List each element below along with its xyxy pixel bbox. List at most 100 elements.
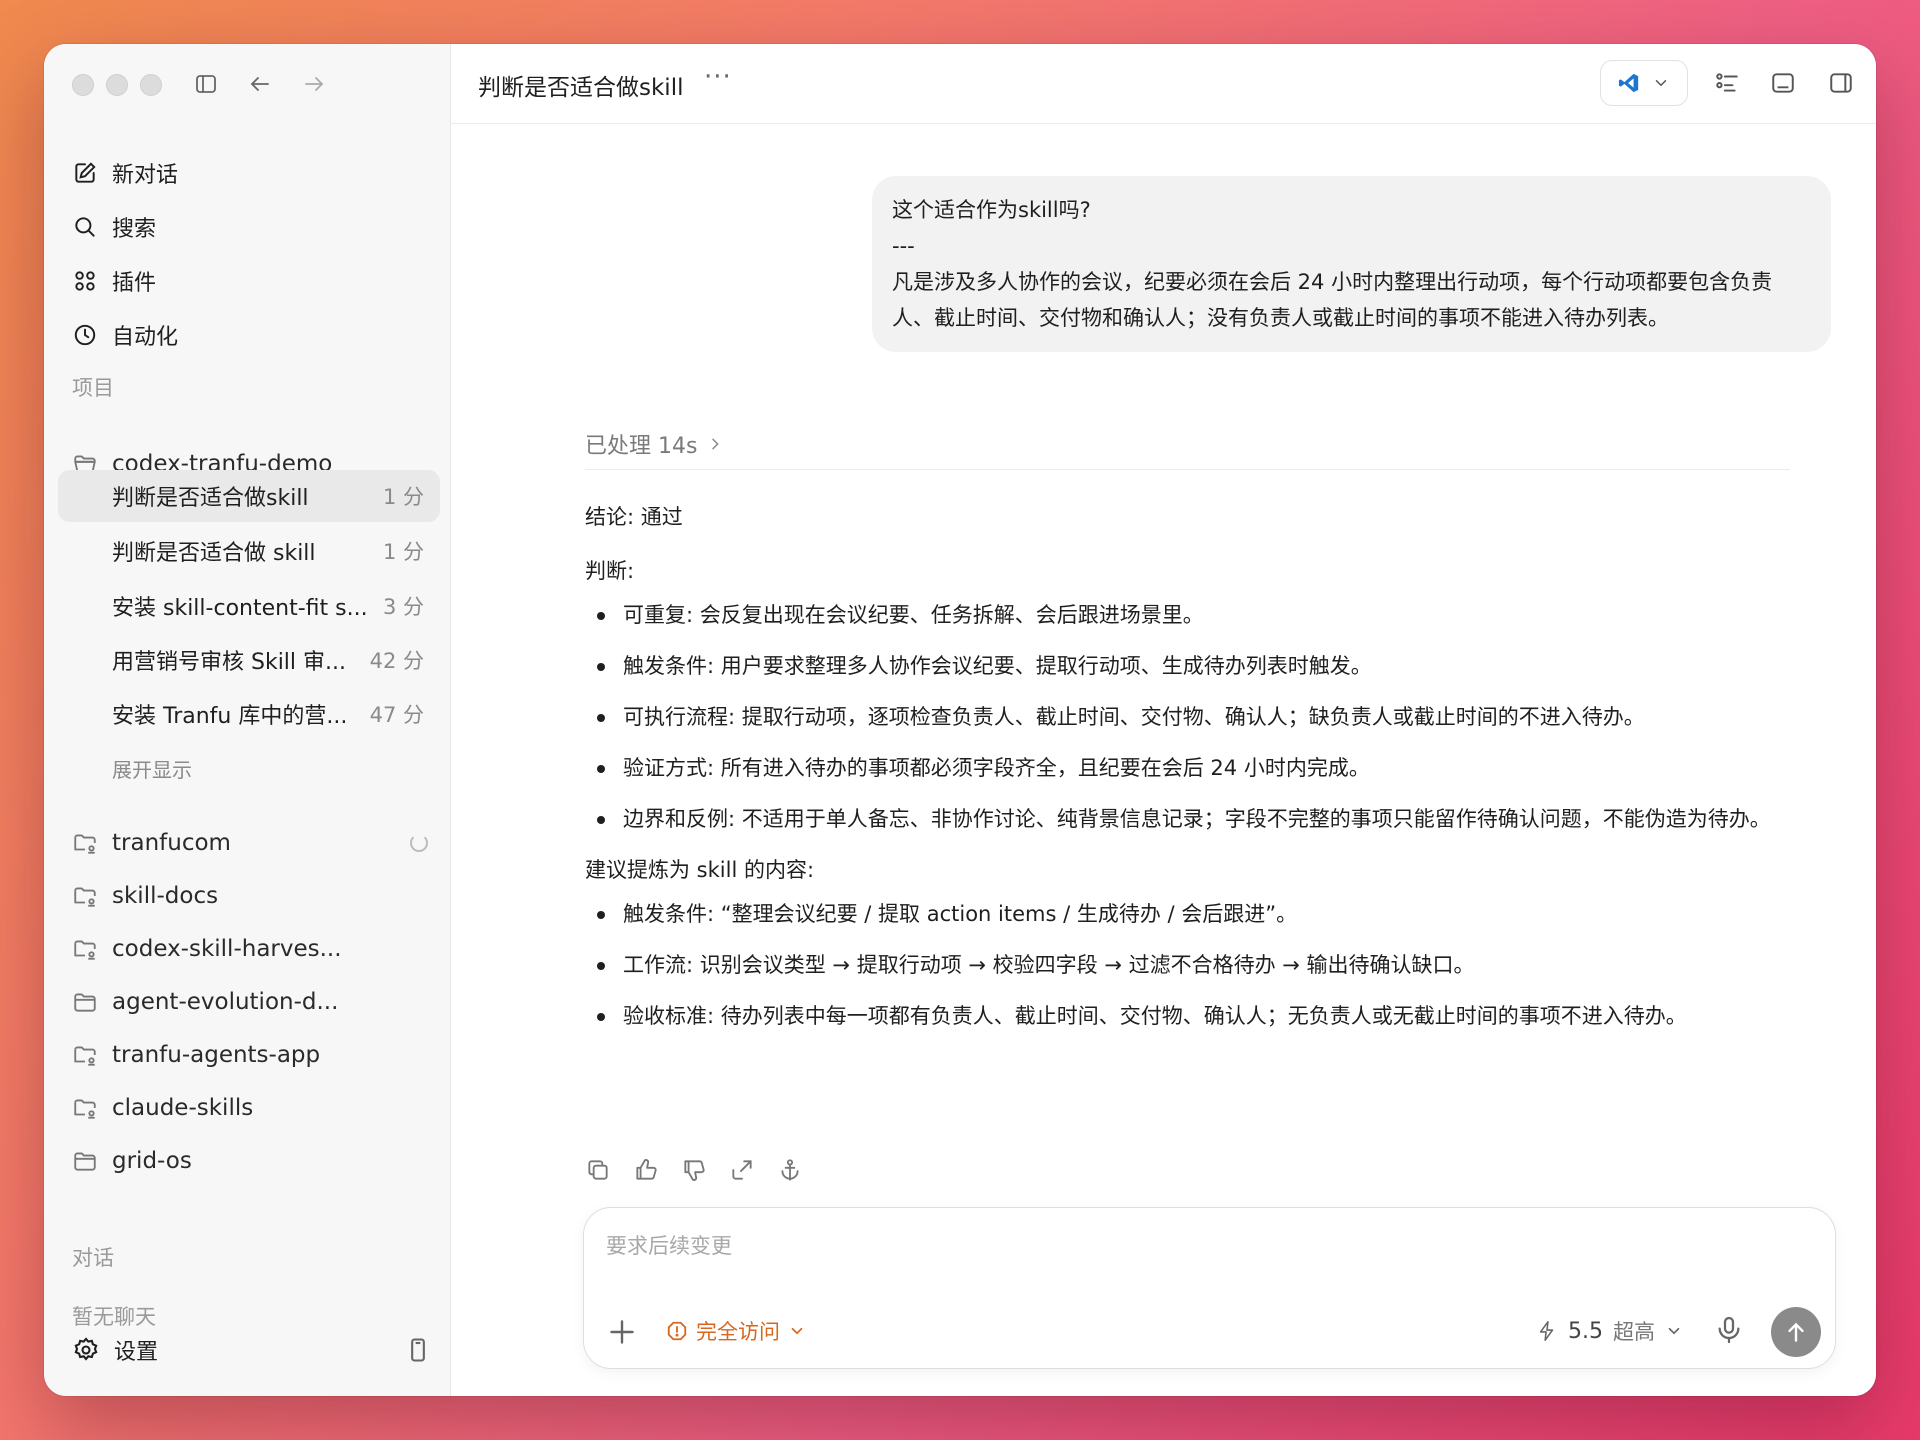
project-name: tranfucom [112,830,231,856]
thread-item[interactable]: 判断是否适合做skill 1 分 [58,470,440,522]
main-panel: 判断是否适合做skill ··· 这个适合作为skill吗? --- 凡是涉及多… [451,44,1876,1396]
nav-new-chat[interactable]: 新对话 [72,149,432,197]
suggest-label: 建议提炼为 skill 的内容: [585,858,815,882]
right-panel-icon[interactable] [1824,66,1858,100]
send-button[interactable] [1771,1307,1821,1357]
model-selector[interactable]: 5.5 超高 [1536,1316,1683,1346]
list-item: 触发条件: “整理会议纪要 / 提取 action items / 生成待办 /… [585,896,1835,933]
thread-title: 安装 Tranfu 库中的营... [112,704,348,729]
thread-item[interactable]: 判断是否适合做 skill 1 分 [58,525,440,577]
composer: 要求后续变更 完全访问 5.5 超高 [583,1207,1836,1369]
project-item[interactable]: tranfucom [72,819,432,867]
thread-item[interactable]: 用营销号审核 Skill 审... 42 分 [58,634,440,686]
access-mode-dropdown[interactable]: 完全访问 [666,1316,806,1346]
lightning-icon [1539,1321,1554,1341]
list-item: 可执行流程: 提取行动项，逐项检查负责人、截止时间、交付物、确认人；缺负责人或截… [585,699,1835,736]
project-item[interactable]: claude-skills [72,1084,432,1132]
project-item[interactable]: agent-evolution-d... [72,978,432,1026]
anchor-icon[interactable] [777,1157,803,1183]
minimize-window-button[interactable] [106,74,128,96]
folder-git-icon [74,1099,96,1119]
chats-section-label: 对话 [72,1246,114,1270]
list-item: 触发条件: 用户要求整理多人协作会议纪要、提取行动项、生成待办列表时触发。 [585,648,1835,685]
project-name: grid-os [112,1148,192,1174]
project-item[interactable]: tranfu-agents-app [72,1031,432,1079]
message-actions [585,1157,803,1183]
thumbs-down-icon[interactable] [681,1157,707,1183]
assistant-answer: 结论: 通过 判断: 可重复: 会反复出现在会议纪要、任务拆解、会后跟进场景里。… [585,499,1835,1049]
project-item[interactable]: codex-skill-harves... [72,925,432,973]
chevron-down-icon [1668,1327,1680,1335]
project-item[interactable]: grid-os [72,1137,432,1185]
nav-search-label: 搜索 [112,217,157,242]
chevron-down-icon [791,1327,803,1335]
divider [585,469,1790,470]
model-level: 超高 [1613,1320,1655,1344]
folder-git-icon [74,1046,96,1066]
list-item: 边界和反例: 不适用于单人备忘、非协作讨论、纯背景信息记录；字段不完整的事项只能… [585,801,1835,838]
suggestion-list: 触发条件: “整理会议纪要 / 提取 action items / 生成待办 /… [585,896,1835,1035]
project-name: skill-docs [112,883,219,909]
search-icon [75,217,95,237]
thread-time: 42 分 [369,649,424,673]
nav-new-chat-label: 新对话 [112,163,179,188]
clock-icon [74,324,96,346]
nav-plugins-label: 插件 [112,271,157,296]
back-arrow-icon[interactable] [242,66,278,102]
settings-label: 设置 [114,1340,159,1365]
folder-icon [74,993,96,1012]
no-chats-text: 暂无聊天 [72,1305,156,1329]
thread-title: 判断是否适合做skill [112,486,309,511]
edit-icon [75,162,96,183]
chevron-right-icon [712,438,720,450]
microphone-icon[interactable] [1713,1314,1745,1346]
conclusion-text: 结论: 通过 [585,505,683,529]
checklist-icon[interactable] [1710,66,1744,100]
folder-icon [74,1152,96,1171]
list-item: 验证方式: 所有进入待办的事项都必须字段齐全，且纪要在会后 24 小时内完成。 [585,750,1835,787]
page-title: 判断是否适合做skill [478,75,684,101]
thumbs-up-icon[interactable] [633,1157,659,1183]
zoom-window-button[interactable] [140,74,162,96]
thread-title: 判断是否适合做 skill [112,541,316,566]
nav-automation[interactable]: 自动化 [72,311,432,359]
toggle-sidebar-icon[interactable] [188,66,224,102]
nav-automation-label: 自动化 [112,325,179,350]
app-window: 新对话 搜索 插件 自动化 项目 codex-tranfu-demo 判断是否适… [44,44,1876,1396]
thread-title: 安装 skill-content-fit s... [112,596,368,621]
close-window-button[interactable] [72,74,94,96]
thread-item[interactable]: 安装 skill-content-fit s... 3 分 [58,580,440,632]
share-icon[interactable] [729,1157,755,1183]
project-item[interactable]: skill-docs [72,872,432,920]
folder-git-icon [74,940,96,960]
phone-icon[interactable] [404,1336,432,1364]
expand-threads-link[interactable]: 展开显示 [112,754,192,783]
forward-arrow-icon[interactable] [296,66,332,102]
projects-section-label: 项目 [72,376,114,400]
list-item: 验收标准: 待办列表中每一项都有负责人、截止时间、交付物、确认人；无负责人或无截… [585,998,1835,1035]
more-options-button[interactable]: ··· [704,62,732,92]
folder-git-icon [74,834,96,854]
composer-input[interactable]: 要求后续变更 [606,1230,732,1260]
thread-title: 用营销号审核 Skill 审... [112,650,347,675]
terminal-panel-icon[interactable] [1766,66,1800,100]
topbar: 判断是否适合做skill ··· [451,44,1876,124]
list-item: 可重复: 会反复出现在会议纪要、任务拆解、会后跟进场景里。 [585,597,1835,634]
thread-item[interactable]: 安装 Tranfu 库中的营... 47 分 [58,688,440,740]
list-item: 工作流: 识别会议类型 → 提取行动项 → 校验四字段 → 过滤不合格待办 → … [585,947,1835,984]
plugins-icon [75,271,95,291]
thread-time: 47 分 [369,703,424,727]
open-in-editor-button[interactable] [1600,60,1688,106]
processed-toggle[interactable]: 已处理 14s [585,428,723,460]
nav-plugins[interactable]: 插件 [72,257,432,305]
copy-icon[interactable] [585,1157,611,1183]
project-name: claude-skills [112,1095,254,1121]
thread-time: 1 分 [382,485,424,509]
nav-search[interactable]: 搜索 [72,203,432,251]
model-version: 5.5 [1568,1318,1603,1344]
user-message-line: 凡是涉及多人协作的会议，纪要必须在会后 24 小时内整理出行动项，每个行动项都要… [892,270,1773,330]
judgement-label: 判断: [585,559,635,583]
plus-icon[interactable] [604,1314,640,1350]
processed-label: 已处理 14s [585,434,698,459]
settings-button[interactable]: 设置 [72,1328,432,1372]
